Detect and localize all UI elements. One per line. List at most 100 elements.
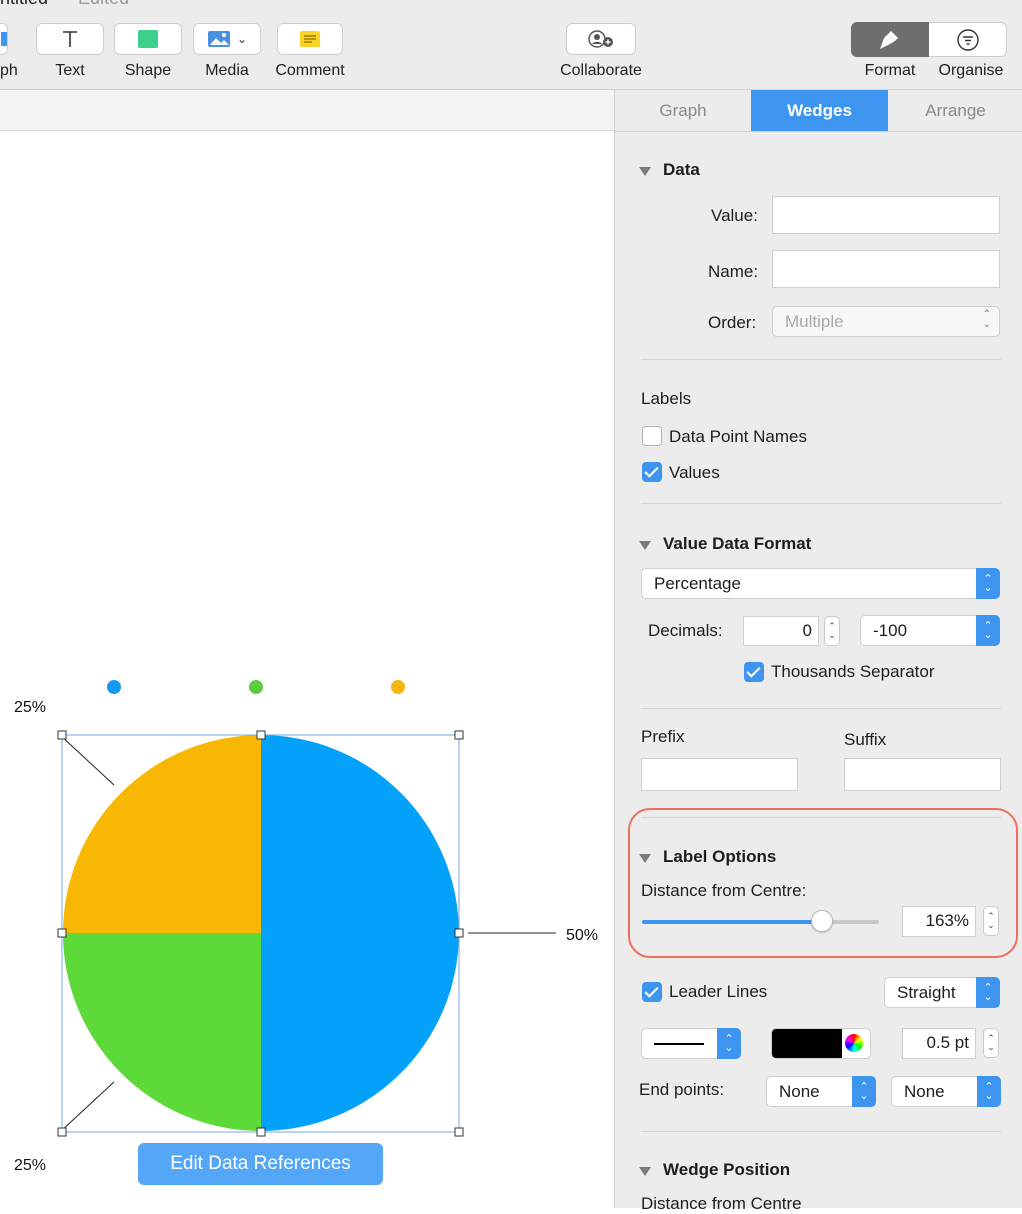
slice-value-label: 50% xyxy=(566,927,598,944)
wedge-distance-label: Distance from Centre xyxy=(641,1194,802,1213)
leader-style-select[interactable]: Straight ⌃ ⌄ xyxy=(884,977,1000,1008)
data-heading: Data xyxy=(663,160,700,179)
line-stroke-icon xyxy=(654,1042,704,1045)
pie-chart[interactable]: 50% 25% 25% xyxy=(0,131,614,1208)
order-select[interactable]: Multiple ⌃ ⌄ xyxy=(772,306,1000,337)
chevron-down-icon: ⌄ xyxy=(236,32,248,46)
order-label: Order: xyxy=(708,313,757,332)
chevron-updown-icon: ⌃ ⌄ xyxy=(976,977,1000,1008)
start-endpoint-select[interactable]: None ⌃ ⌄ xyxy=(766,1076,876,1107)
shape-icon xyxy=(138,30,158,48)
thousands-separator-label: Thousands Separator xyxy=(771,662,935,681)
name-field[interactable] xyxy=(772,250,1000,288)
labels-heading: Labels xyxy=(641,389,692,408)
prefix-field[interactable] xyxy=(641,758,798,791)
tab-graph[interactable]: Graph xyxy=(615,90,751,131)
legend-dot xyxy=(249,680,263,694)
chevron-updown-icon: ⌃ ⌄ xyxy=(982,309,991,330)
edited-status: Edited xyxy=(78,0,129,8)
collaborate-button[interactable] xyxy=(566,23,636,55)
suffix-label: Suffix xyxy=(844,730,887,749)
format-button[interactable] xyxy=(851,22,929,57)
resize-handle[interactable] xyxy=(256,730,266,740)
text-label: Text xyxy=(55,62,85,79)
divider xyxy=(641,1131,1001,1132)
shape-label: Shape xyxy=(124,62,172,79)
tab-wedges[interactable]: Wedges xyxy=(751,90,888,131)
media-icon xyxy=(207,31,230,47)
comment-label: Comment xyxy=(275,62,345,79)
slice-value-label: 25% xyxy=(14,1157,46,1174)
canvas-ruler-strip xyxy=(0,90,614,131)
end-points-label: End points: xyxy=(639,1080,725,1099)
disclosure-triangle-icon[interactable] xyxy=(639,1167,651,1176)
chevron-updown-icon: ⌃ ⌄ xyxy=(976,615,1000,646)
organise-label: Organise xyxy=(938,62,1004,79)
line-width-stepper[interactable]: ⌃ ⌄ xyxy=(983,1028,999,1058)
leader-line xyxy=(59,734,115,786)
chart-toolbar-label: ph xyxy=(0,62,18,79)
tab-arrange[interactable]: Arrange xyxy=(888,90,1022,131)
chart-toolbar-button[interactable] xyxy=(0,23,8,55)
slice-value-label: 25% xyxy=(14,699,46,716)
leader-lines-checkbox[interactable] xyxy=(642,982,662,1002)
divider xyxy=(641,503,1001,504)
text-button[interactable] xyxy=(36,23,104,55)
inspector-tabs: Graph Wedges Arrange xyxy=(615,90,1022,132)
resize-handle[interactable] xyxy=(454,730,464,740)
chevron-updown-icon: ⌃ ⌄ xyxy=(977,1076,1001,1107)
chevron-updown-icon: ⌃ ⌄ xyxy=(976,568,1000,599)
organise-button[interactable] xyxy=(929,22,1007,57)
format-value: Percentage xyxy=(654,573,741,593)
paintbrush-icon xyxy=(880,30,898,49)
resize-handle[interactable] xyxy=(256,1127,266,1137)
media-button[interactable]: ⌄ xyxy=(193,23,261,55)
decimals-stepper[interactable]: ⌃ ⌄ xyxy=(824,616,840,646)
text-icon xyxy=(63,31,77,47)
wedge-position-heading: Wedge Position xyxy=(663,1160,791,1179)
resize-handle[interactable] xyxy=(57,928,67,938)
chart-icon xyxy=(1,32,7,46)
legend-dot xyxy=(107,680,121,694)
disclosure-triangle-icon[interactable] xyxy=(639,541,651,550)
color-well[interactable] xyxy=(771,1028,871,1059)
decimals-field[interactable]: 0 xyxy=(743,616,819,646)
shape-button[interactable] xyxy=(114,23,182,55)
name-label: Name: xyxy=(708,262,759,281)
start-endpoint-value: None xyxy=(779,1081,820,1101)
value-field[interactable] xyxy=(772,196,1000,234)
format-label: Format xyxy=(864,62,916,79)
resize-handle[interactable] xyxy=(57,1127,67,1137)
edit-data-references-button[interactable]: Edit Data References xyxy=(138,1143,383,1185)
divider xyxy=(641,359,1001,360)
resize-handle[interactable] xyxy=(454,1127,464,1137)
end-endpoint-select[interactable]: None ⌃ ⌄ xyxy=(891,1076,1001,1107)
pie-slice[interactable] xyxy=(261,735,459,1131)
toolbar: ntitled Edited ph Text Shape ⌄ Media Comm… xyxy=(0,0,1022,90)
resize-handle[interactable] xyxy=(57,730,67,740)
disclosure-triangle-icon[interactable] xyxy=(639,167,651,176)
line-style-select[interactable]: ⌃ ⌄ xyxy=(641,1028,741,1059)
collaborate-icon xyxy=(588,30,613,48)
suffix-field[interactable] xyxy=(844,758,1001,791)
collaborate-label: Collaborate xyxy=(560,62,642,79)
comment-button[interactable] xyxy=(277,23,343,55)
values-checkbox[interactable] xyxy=(642,462,662,482)
thousands-separator-checkbox[interactable] xyxy=(744,662,764,682)
divider xyxy=(641,708,1001,709)
format-inspector: Graph Wedges Arrange Data Value: Name: O… xyxy=(614,90,1022,1213)
resize-handle[interactable] xyxy=(454,928,464,938)
color-wheel-icon[interactable] xyxy=(845,1034,863,1052)
format-select[interactable]: Percentage ⌃ ⌄ xyxy=(641,568,1000,599)
line-width-field[interactable]: 0.5 pt xyxy=(902,1028,976,1059)
negative-format-select[interactable]: -100 ⌃ ⌄ xyxy=(860,615,1000,646)
value-data-format-heading: Value Data Format xyxy=(663,534,812,553)
data-point-names-checkbox[interactable] xyxy=(642,426,662,446)
organise-icon xyxy=(956,28,979,51)
comment-icon xyxy=(300,31,320,47)
leader-line xyxy=(59,1081,115,1133)
leader-style-value: Straight xyxy=(897,982,956,1002)
window-title: ntitled Edited xyxy=(0,0,129,9)
order-value: Multiple xyxy=(785,311,844,331)
decimals-label: Decimals: xyxy=(648,621,723,640)
